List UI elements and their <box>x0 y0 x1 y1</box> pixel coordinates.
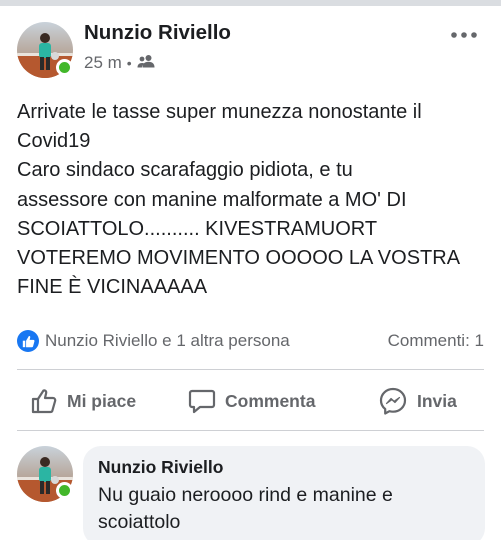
post-text-line: VOTEREMO MOVIMENTO OOOOO LA VOSTRA <box>17 247 461 270</box>
reactions-summary: Nunzio Riviello e 1 altra persona Commen… <box>0 326 501 356</box>
post-author-name[interactable]: Nunzio Riviello <box>84 21 231 45</box>
comment-text-line: Nu guaio neroooo rind e manine e <box>98 484 393 506</box>
more-options-icon[interactable] <box>447 24 481 46</box>
reactors-text[interactable]: Nunzio Riviello e 1 altra persona <box>45 331 290 351</box>
post-body-text: Arrivate le tasse super munezza nonostan… <box>17 98 487 302</box>
messenger-icon <box>379 387 407 415</box>
comment-text-line: scoiattolo <box>98 510 181 533</box>
like-button[interactable]: Mi piace <box>30 386 136 416</box>
post-header: Nunzio Riviello 25 m • <box>0 6 501 86</box>
post-meta: 25 m • <box>84 53 155 73</box>
comment-button-label: Commenta <box>225 390 316 411</box>
send-button-label: Invia <box>417 390 457 411</box>
like-button-label: Mi piace <box>67 390 137 411</box>
send-button[interactable]: Invia <box>378 386 457 416</box>
online-status-dot <box>56 482 73 499</box>
comment-bubble[interactable]: Nunzio Riviello Nu guaio neroooo rind e … <box>83 446 485 540</box>
like-reaction-icon[interactable] <box>17 330 39 352</box>
comment-bubble-icon <box>188 389 216 414</box>
meta-separator: • <box>126 55 132 71</box>
comment-author-name[interactable]: Nunzio Riviello <box>98 457 223 478</box>
post-text-line: Arrivate le tasse super munezza nonostan… <box>17 101 422 123</box>
divider <box>17 430 484 431</box>
post-text-line: Covid19 <box>17 130 91 153</box>
comments-count[interactable]: Commenti: 1 <box>388 331 484 351</box>
post-text-line: assessore con manine malformate a MO' DI <box>17 188 407 211</box>
comment-button[interactable]: Commenta <box>188 386 315 416</box>
post-text-line: Caro sindaco scarafaggio pidiota, e tu <box>17 159 353 182</box>
action-bar: Mi piace Commenta Invia <box>0 370 501 430</box>
online-status-dot <box>56 59 73 76</box>
friends-icon[interactable] <box>137 53 155 73</box>
comment-text: Nu guaio neroooo rind e manine e scoiatt… <box>98 482 478 535</box>
post-timestamp[interactable]: 25 m <box>84 53 122 73</box>
post-text-line: SCOIATTOLO.......... KIVESTRAMUORT <box>17 217 378 240</box>
thumbs-up-icon <box>31 389 57 414</box>
post-text-line: FINE È VICINAAAAA <box>17 276 208 299</box>
